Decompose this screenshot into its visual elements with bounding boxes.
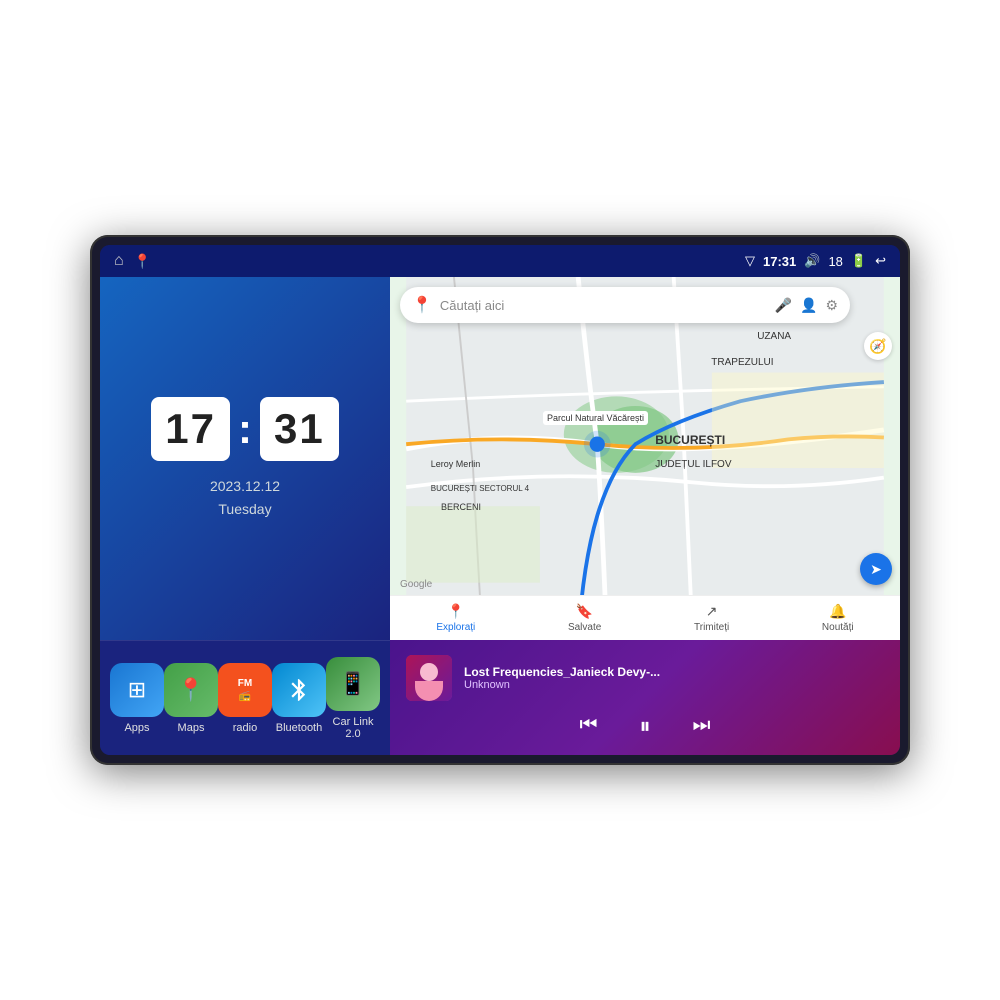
music-artist: Unknown xyxy=(464,679,884,691)
home-icon[interactable]: ⌂ xyxy=(114,252,124,270)
music-info: Lost Frequencies_Janieck Devy-... Unknow… xyxy=(464,665,884,691)
map-label-bucuresti: BUCUREȘTI xyxy=(655,433,725,447)
navigate-button[interactable]: ➤ xyxy=(860,553,892,585)
clock-hour: 17 xyxy=(151,397,230,461)
bluetooth-icon xyxy=(272,663,326,717)
radio-icon: FM 📻 xyxy=(218,663,272,717)
volume-icon: 🔊 xyxy=(804,253,820,269)
salvate-label: Salvate xyxy=(568,622,601,633)
apps-icon: ⊞ xyxy=(110,663,164,717)
play-pause-button[interactable]: ⏸ xyxy=(633,711,656,741)
noutati-icon: 🔔 xyxy=(829,603,846,620)
bluetooth-label: Bluetooth xyxy=(276,722,322,734)
maps-icon: 📍 xyxy=(164,663,218,717)
music-title: Lost Frequencies_Janieck Devy-... xyxy=(464,665,884,679)
microphone-icon[interactable]: 🎤 xyxy=(775,297,792,314)
account-icon[interactable]: 👤 xyxy=(800,297,817,314)
music-player: Lost Frequencies_Janieck Devy-... Unknow… xyxy=(390,640,900,755)
left-panel: 17 : 31 2023.12.12 Tuesday ⊞ xyxy=(100,277,390,755)
google-logo: Google xyxy=(400,579,432,590)
map-search-bar[interactable]: 📍 Căutați aici 🎤 👤 ⚙ xyxy=(400,287,850,323)
map-bottom-nav: 📍 Explorați 🔖 Salvate ↗ Trimiteți 🔔 xyxy=(390,595,900,640)
clock-display: 17 : 31 xyxy=(151,397,338,461)
clock-minute: 31 xyxy=(260,397,339,461)
music-thumbnail xyxy=(406,655,452,701)
apps-label: Apps xyxy=(124,722,149,734)
device-screen: ⌂ 📍 ▽ 17:31 🔊 18 🔋 ↩ 17 : xyxy=(100,245,900,755)
app-item-bluetooth[interactable]: Bluetooth xyxy=(272,663,326,734)
map-label-leroy: Leroy Merlin xyxy=(431,459,481,469)
carlink-label: Car Link 2.0 xyxy=(326,716,380,740)
map-label-berceni: BERCENI xyxy=(441,502,481,512)
back-icon[interactable]: ↩ xyxy=(875,253,886,269)
map-nav-salvate[interactable]: 🔖 Salvate xyxy=(568,603,601,633)
status-bar-right: ▽ 17:31 🔊 18 🔋 ↩ xyxy=(745,253,886,269)
layers-icon[interactable]: ⚙ xyxy=(825,297,838,314)
app-item-carlink[interactable]: 📱 Car Link 2.0 xyxy=(326,657,380,740)
map-nav-explorați[interactable]: 📍 Explorați xyxy=(436,603,475,633)
salvate-icon: 🔖 xyxy=(576,603,593,620)
map-nav-trimiteti[interactable]: ↗ Trimiteți xyxy=(694,603,729,633)
carlink-icon: 📱 xyxy=(326,657,380,711)
explorați-icon: 📍 xyxy=(447,603,464,620)
explorați-label: Explorați xyxy=(436,622,475,633)
right-panel: 📍 Căutați aici 🎤 👤 ⚙ TRAPEZULUI UZANA BU… xyxy=(390,277,900,755)
maps-nav-icon[interactable]: 📍 xyxy=(134,253,151,270)
next-button[interactable]: ⏭ xyxy=(687,712,717,739)
maps-label: Maps xyxy=(178,722,205,734)
music-top: Lost Frequencies_Janieck Devy-... Unknow… xyxy=(406,655,884,701)
trimiteti-icon: ↗ xyxy=(706,603,718,620)
battery-icon: 🔋 xyxy=(851,253,867,269)
trimiteti-label: Trimiteți xyxy=(694,622,729,633)
app-item-radio[interactable]: FM 📻 radio xyxy=(218,663,272,734)
map-label-ilfov: JUDEȚUL ILFOV xyxy=(655,459,731,470)
music-controls: ⏮ ⏸ ⏭ xyxy=(406,711,884,741)
map-label-sector4: BUCUREȘTI SECTORUL 4 xyxy=(431,484,529,493)
clock-date: 2023.12.12 Tuesday xyxy=(210,475,280,520)
status-bar-left: ⌂ 📍 xyxy=(114,252,151,270)
status-bar: ⌂ 📍 ▽ 17:31 🔊 18 🔋 ↩ xyxy=(100,245,900,277)
signal-icon: ▽ xyxy=(745,253,755,269)
device-frame: ⌂ 📍 ▽ 17:31 🔊 18 🔋 ↩ 17 : xyxy=(90,235,910,765)
app-item-apps[interactable]: ⊞ Apps xyxy=(110,663,164,734)
map-label-parcul: Parcul Natural Văcărești xyxy=(543,411,648,425)
app-bar: ⊞ Apps 📍 Maps FM 📻 xyxy=(100,640,390,755)
map-pin-icon: 📍 xyxy=(412,295,432,315)
volume-level: 18 xyxy=(828,254,842,269)
map-label-uzana: UZANA xyxy=(757,331,791,342)
app-item-maps[interactable]: 📍 Maps xyxy=(164,663,218,734)
main-content: 17 : 31 2023.12.12 Tuesday ⊞ xyxy=(100,277,900,755)
clock-widget: 17 : 31 2023.12.12 Tuesday xyxy=(100,277,390,640)
clock-colon: : xyxy=(238,405,252,453)
map-area[interactable]: 📍 Căutați aici 🎤 👤 ⚙ TRAPEZULUI UZANA BU… xyxy=(390,277,900,640)
clock-day-value: Tuesday xyxy=(210,498,280,520)
noutati-label: Noutăți xyxy=(822,622,854,633)
map-search-placeholder: Căutați aici xyxy=(440,298,767,313)
map-nav-noutati[interactable]: 🔔 Noutăți xyxy=(822,603,854,633)
compass-icon[interactable]: 🧭 xyxy=(864,332,892,360)
prev-button[interactable]: ⏮ xyxy=(573,712,603,739)
clock-date-value: 2023.12.12 xyxy=(210,475,280,497)
radio-label: radio xyxy=(233,722,257,734)
map-label-trapezului: TRAPEZULUI xyxy=(711,357,773,368)
status-time: 17:31 xyxy=(763,254,796,269)
